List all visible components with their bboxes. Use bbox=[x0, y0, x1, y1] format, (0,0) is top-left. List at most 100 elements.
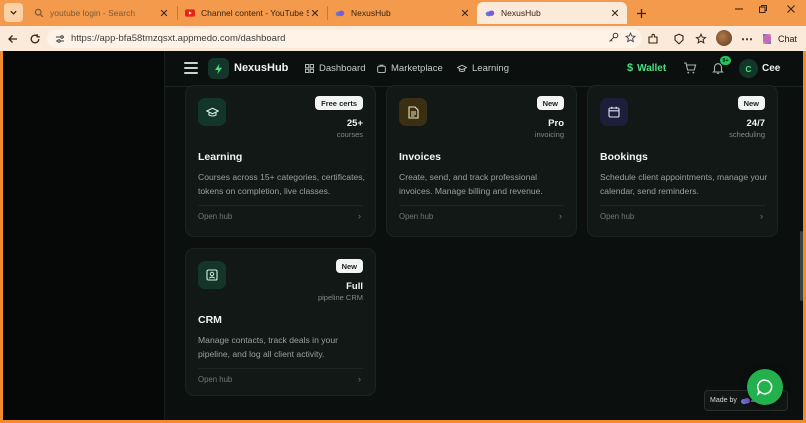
plus-icon bbox=[636, 8, 646, 18]
card-stat-caption: invoicing bbox=[534, 130, 564, 139]
hub-card-bookings[interactable]: New 24/7 scheduling Bookings Schedule cl… bbox=[587, 85, 778, 237]
youtube-icon bbox=[185, 8, 195, 18]
browser-toolbar: https://app-bfa58tmzqsxt.appmedo.com/das… bbox=[0, 26, 806, 51]
nav-marketplace[interactable]: Marketplace bbox=[377, 63, 443, 74]
arrow-left-icon bbox=[8, 35, 17, 43]
nav-label: Dashboard bbox=[319, 63, 366, 74]
address-bar[interactable]: https://app-bfa58tmzqsxt.appmedo.com/das… bbox=[47, 29, 642, 48]
more-menu-icon[interactable]: ⋯ bbox=[739, 31, 755, 47]
close-tab-icon[interactable]: ✕ bbox=[609, 7, 621, 20]
minimize-button[interactable] bbox=[730, 4, 748, 17]
extensions-icon[interactable] bbox=[645, 31, 661, 47]
tab-search-button[interactable] bbox=[4, 3, 23, 22]
chevron-right-icon[interactable]: › bbox=[358, 374, 361, 384]
card-stat: 25+ bbox=[346, 118, 363, 129]
app-header: NexusHub Dashboard Marketplace Learning … bbox=[165, 51, 803, 87]
minimize-icon bbox=[735, 8, 743, 10]
copilot-icon bbox=[763, 33, 771, 44]
cloud-icon bbox=[485, 8, 495, 18]
nav-dashboard[interactable]: Dashboard bbox=[305, 63, 365, 74]
copilot-chat-button[interactable]: Chat bbox=[760, 30, 797, 47]
open-hub-link[interactable]: Open hub bbox=[198, 212, 232, 221]
menu-icon[interactable] bbox=[184, 62, 198, 74]
chevron-right-icon[interactable]: › bbox=[559, 211, 562, 221]
tab-title: youtube login - Search bbox=[50, 8, 136, 18]
graduation-cap-icon bbox=[198, 98, 226, 126]
card-stat-caption: pipeline CRM bbox=[317, 293, 363, 302]
profile-avatar[interactable] bbox=[716, 30, 732, 46]
made-by-label: Made by bbox=[710, 397, 737, 404]
open-hub-link[interactable]: Open hub bbox=[399, 212, 433, 221]
search-icon bbox=[34, 8, 44, 18]
contact-card-icon bbox=[198, 261, 226, 289]
tab-title: NexusHub bbox=[351, 8, 391, 18]
card-title: Invoices bbox=[399, 151, 442, 163]
url-text: https://app-bfa58tmzqsxt.appmedo.com/das… bbox=[71, 33, 286, 44]
card-title: Learning bbox=[198, 151, 243, 163]
close-tab-icon[interactable]: ✕ bbox=[309, 7, 321, 20]
card-badge: New bbox=[536, 96, 564, 110]
document-icon bbox=[399, 98, 427, 126]
restore-button[interactable] bbox=[754, 4, 772, 17]
star-icon[interactable] bbox=[625, 32, 636, 43]
tab-title: NexusHub bbox=[501, 8, 541, 18]
browser-essentials-icon[interactable] bbox=[671, 31, 687, 47]
new-tab-button[interactable] bbox=[631, 3, 651, 23]
browser-tab[interactable]: NexusHub ✕ bbox=[327, 2, 477, 24]
nav-learning[interactable]: Learning bbox=[457, 63, 509, 74]
hub-card-crm[interactable]: New Full pipeline CRM CRM Manage contact… bbox=[185, 248, 376, 396]
restore-icon bbox=[759, 5, 767, 13]
favorites-icon[interactable] bbox=[693, 31, 709, 47]
card-stat-caption: courses bbox=[336, 130, 363, 139]
open-hub-link[interactable]: Open hub bbox=[198, 375, 232, 384]
reload-button[interactable] bbox=[27, 31, 43, 47]
chevron-right-icon[interactable]: › bbox=[760, 211, 763, 221]
card-badge: New bbox=[737, 96, 765, 110]
card-description: Create, send, and track professional inv… bbox=[399, 172, 543, 196]
close-tab-icon[interactable]: ✕ bbox=[158, 7, 170, 20]
nav-label: Marketplace bbox=[391, 63, 443, 74]
browser-tab-strip: youtube login - Search ✕ Channel content… bbox=[0, 0, 806, 26]
dollar-icon: $ bbox=[627, 62, 634, 74]
wallet-label: Wallet bbox=[637, 62, 667, 74]
hub-card-learning[interactable]: Free certs 25+ courses Learning Courses … bbox=[185, 85, 376, 237]
brand-name[interactable]: NexusHub bbox=[234, 62, 288, 74]
chat-fab-button[interactable] bbox=[747, 369, 783, 405]
open-hub-link[interactable]: Open hub bbox=[600, 212, 634, 221]
card-badge: Free certs bbox=[315, 96, 363, 110]
card-stat: 24/7 bbox=[746, 118, 766, 129]
chevron-down-icon bbox=[10, 10, 17, 15]
back-button[interactable] bbox=[5, 31, 21, 47]
graduation-cap-icon bbox=[457, 64, 467, 73]
user-name[interactable]: Cee bbox=[762, 63, 780, 74]
card-stat: Pro bbox=[548, 118, 564, 129]
close-tab-icon[interactable]: ✕ bbox=[459, 7, 471, 20]
notification-count-badge: 9+ bbox=[720, 56, 731, 65]
card-description: Manage contacts, track deals in your pip… bbox=[198, 335, 338, 359]
browser-tab-active[interactable]: NexusHub ✕ bbox=[477, 2, 627, 24]
calendar-icon bbox=[600, 98, 628, 126]
nav-label: Learning bbox=[472, 63, 509, 74]
cloud-icon bbox=[335, 8, 345, 18]
reload-icon bbox=[30, 34, 40, 44]
chevron-right-icon[interactable]: › bbox=[358, 211, 361, 221]
key-icon[interactable] bbox=[608, 32, 619, 43]
store-icon bbox=[377, 64, 386, 73]
browser-tab[interactable]: Channel content - YouTube Studio ✕ bbox=[177, 2, 327, 24]
site-info-icon[interactable] bbox=[55, 34, 65, 44]
card-title: CRM bbox=[198, 314, 222, 326]
hub-card-invoices[interactable]: New Pro invoicing Invoices Create, send,… bbox=[386, 85, 577, 237]
close-window-button[interactable] bbox=[782, 4, 800, 17]
card-badge: New bbox=[335, 259, 363, 273]
nexushub-app: NexusHub Dashboard Marketplace Learning … bbox=[164, 51, 803, 420]
chat-label: Chat bbox=[778, 33, 798, 44]
browser-tab[interactable]: youtube login - Search ✕ bbox=[26, 2, 176, 24]
lightning-logo-icon[interactable] bbox=[208, 58, 229, 79]
user-avatar[interactable]: C bbox=[739, 59, 758, 78]
card-description: Schedule client appointments, manage you… bbox=[600, 172, 768, 196]
cart-icon[interactable] bbox=[683, 61, 697, 75]
wallet-button[interactable]: $ Wallet bbox=[627, 62, 666, 74]
page-scrollbar[interactable] bbox=[800, 231, 803, 301]
card-description: Courses across 15+ categories, certifica… bbox=[198, 172, 365, 196]
close-icon bbox=[787, 5, 795, 13]
